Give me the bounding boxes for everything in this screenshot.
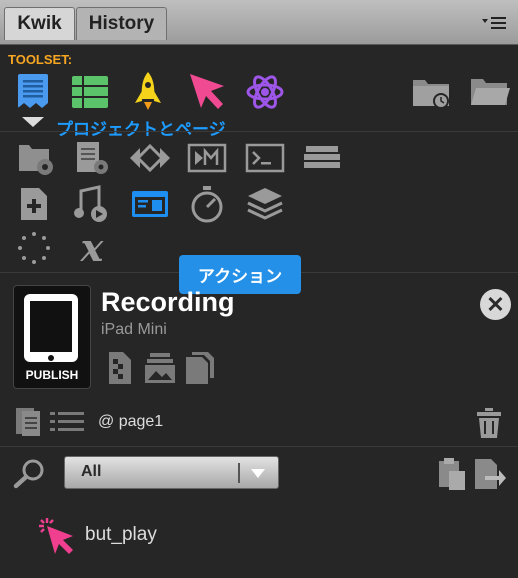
divider <box>0 446 518 447</box>
close-document-button[interactable]: ✕ <box>480 289 511 320</box>
current-page-label: @ page1 <box>98 413 164 430</box>
tab-bar: Kwik History <box>0 0 518 45</box>
pointer-tool-icon[interactable] <box>186 70 228 112</box>
pointer-icon <box>36 516 78 556</box>
chevron-down-icon <box>251 469 265 478</box>
device-name: iPad Mini <box>101 321 167 338</box>
filter-dropdown[interactable]: All <box>64 456 279 489</box>
list-tool-icon[interactable] <box>70 72 110 112</box>
add-page-icon[interactable] <box>16 186 52 222</box>
tab-history[interactable]: History <box>76 7 167 40</box>
list-view-icon[interactable] <box>48 408 86 436</box>
tab-kwik[interactable]: Kwik <box>4 7 75 40</box>
stack-icon[interactable] <box>300 140 344 176</box>
atom-tool-icon[interactable] <box>244 71 286 113</box>
dropdown-separator <box>238 463 240 483</box>
project-settings-icon[interactable] <box>16 140 56 176</box>
terminal-icon[interactable] <box>244 140 286 176</box>
action-icon[interactable] <box>128 184 172 224</box>
open-folder-icon[interactable] <box>468 74 512 110</box>
filter-value: All <box>81 463 102 480</box>
page-tool-icon[interactable] <box>13 72 53 112</box>
toolset-label: TOOLSET: <box>8 52 73 67</box>
loading-spinner-icon[interactable] <box>16 230 52 266</box>
disclosure-triangle-icon[interactable] <box>22 117 44 127</box>
publish-label: PUBLISH <box>25 368 79 382</box>
rocket-tool-icon[interactable] <box>130 70 166 112</box>
ipad-icon <box>24 294 78 362</box>
publish-button[interactable]: PUBLISH <box>13 285 91 389</box>
layers-icon[interactable] <box>244 184 286 224</box>
divider <box>0 131 518 132</box>
open-recent-folder-icon[interactable] <box>410 74 454 110</box>
list-item[interactable]: but_play <box>85 524 157 546</box>
section-label: プロジェクトとページ <box>56 120 226 139</box>
variable-icon[interactable]: x <box>72 228 112 268</box>
export-icon[interactable] <box>472 456 508 492</box>
pages-icon[interactable] <box>183 350 217 386</box>
document-title: Recording <box>101 287 235 317</box>
panel-menu-icon[interactable] <box>480 14 508 32</box>
audio-icon[interactable] <box>72 184 112 224</box>
page-list-icon[interactable] <box>14 406 42 438</box>
video-icon[interactable] <box>186 140 228 176</box>
project-file-icon[interactable] <box>105 350 135 386</box>
image-stack-icon[interactable] <box>143 350 177 386</box>
transition-icon[interactable] <box>128 140 172 176</box>
search-icon[interactable] <box>12 458 46 490</box>
timer-icon[interactable] <box>186 184 228 224</box>
page-settings-icon[interactable] <box>72 140 112 176</box>
trash-icon[interactable] <box>474 406 504 440</box>
paste-icon[interactable] <box>434 456 468 492</box>
